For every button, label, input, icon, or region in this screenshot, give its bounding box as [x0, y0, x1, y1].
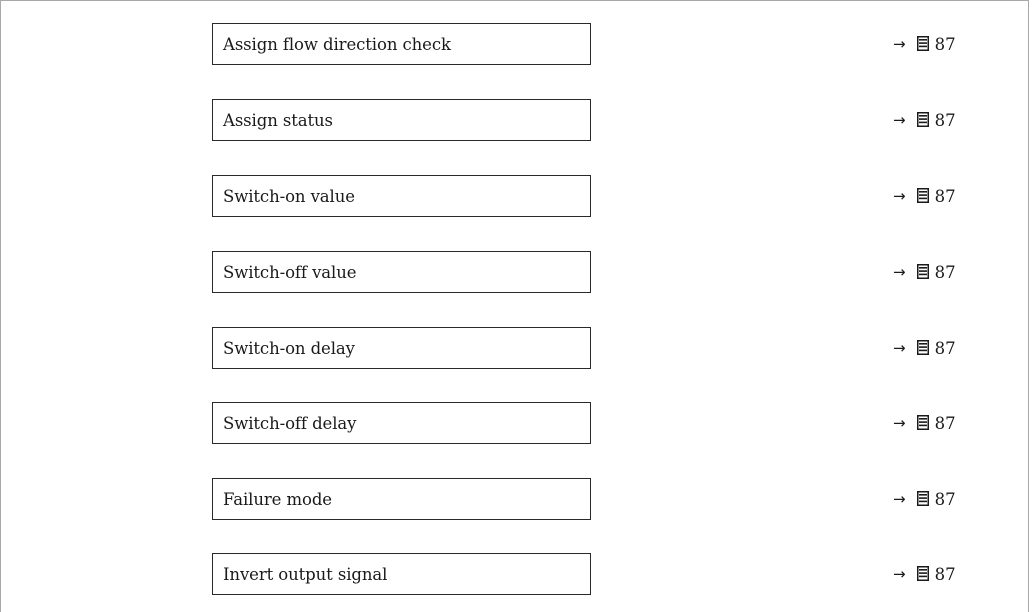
parameter-row: Switch-off delay → 87 [0, 402, 1035, 444]
arrow-right-icon: → [893, 490, 906, 508]
parameter-box[interactable]: Switch-off value [212, 251, 591, 293]
parameter-row: Switch-on delay → 87 [0, 327, 1035, 369]
parameter-label: Assign flow direction check [223, 34, 451, 54]
arrow-right-icon: → [893, 339, 906, 357]
parameter-row: Failure mode → 87 [0, 478, 1035, 520]
parameter-box[interactable]: Assign status [212, 99, 591, 141]
page-reference-icon [916, 263, 929, 279]
parameter-label: Switch-on value [223, 186, 355, 206]
menu-frame [0, 0, 1029, 612]
parameter-box[interactable]: Failure mode [212, 478, 591, 520]
page-reference[interactable]: → 87 [893, 251, 956, 293]
parameter-box[interactable]: Switch-on delay [212, 327, 591, 369]
page-reference-icon [916, 490, 929, 506]
parameter-label: Switch-off delay [223, 413, 357, 433]
parameter-row: Assign status → 87 [0, 99, 1035, 141]
page-reference-icon [916, 187, 929, 203]
parameter-box[interactable]: Switch-off delay [212, 402, 591, 444]
parameter-row: Switch-on value → 87 [0, 175, 1035, 217]
arrow-right-icon: → [893, 187, 906, 205]
page-reference[interactable]: → 87 [893, 99, 956, 141]
page-reference[interactable]: → 87 [893, 327, 956, 369]
arrow-right-icon: → [893, 111, 906, 129]
page-number: 87 [934, 564, 956, 584]
parameter-row: Switch-off value → 87 [0, 251, 1035, 293]
page-number: 87 [934, 262, 956, 282]
page-reference[interactable]: → 87 [893, 175, 956, 217]
parameter-label: Switch-off value [223, 262, 357, 282]
page-number: 87 [934, 413, 956, 433]
page-number: 87 [934, 489, 956, 509]
parameter-row: Assign flow direction check → 87 [0, 23, 1035, 65]
page-reference-icon [916, 414, 929, 430]
page-reference-icon [916, 35, 929, 51]
page-reference-icon [916, 339, 929, 355]
parameter-label: Assign status [223, 110, 333, 130]
page-number: 87 [934, 186, 956, 206]
parameter-box[interactable]: Invert output signal [212, 553, 591, 595]
page-number: 87 [934, 34, 956, 54]
page-reference[interactable]: → 87 [893, 402, 956, 444]
page-reference-icon [916, 111, 929, 127]
page-number: 87 [934, 110, 956, 130]
page-reference[interactable]: → 87 [893, 478, 956, 520]
arrow-right-icon: → [893, 565, 906, 583]
parameter-label: Failure mode [223, 489, 332, 509]
parameter-label: Switch-on delay [223, 338, 355, 358]
arrow-right-icon: → [893, 35, 906, 53]
arrow-right-icon: → [893, 263, 906, 281]
arrow-right-icon: → [893, 414, 906, 432]
page-reference[interactable]: → 87 [893, 553, 956, 595]
parameter-box[interactable]: Switch-on value [212, 175, 591, 217]
page-number: 87 [934, 338, 956, 358]
parameter-box[interactable]: Assign flow direction check [212, 23, 591, 65]
page-reference-icon [916, 565, 929, 581]
parameter-label: Invert output signal [223, 564, 388, 584]
parameter-row: Invert output signal → 87 [0, 553, 1035, 595]
page-reference[interactable]: → 87 [893, 23, 956, 65]
